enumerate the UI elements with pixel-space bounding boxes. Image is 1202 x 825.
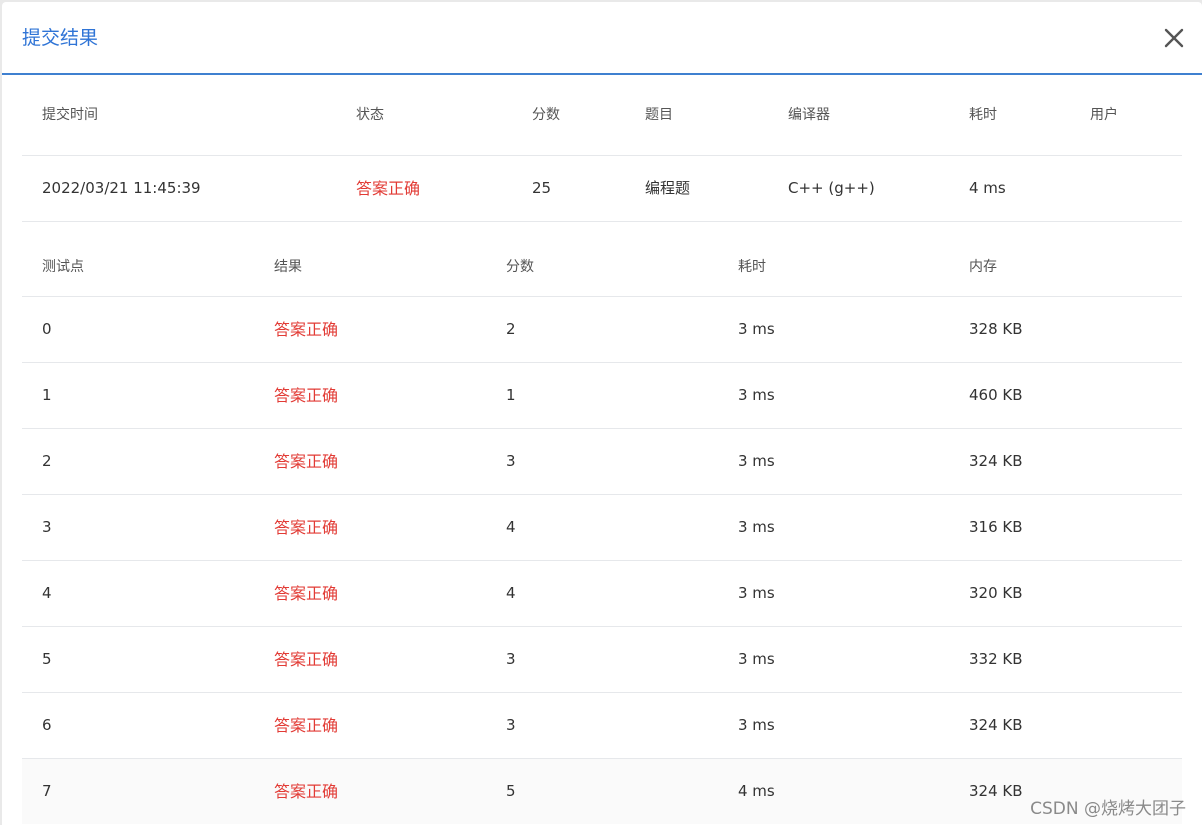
header-elapsed: 耗时 xyxy=(969,107,997,123)
submit-time: 2022/03/21 11:45:39 xyxy=(42,179,201,197)
test-points-table: 测试点 结果 分数 耗时 内存 0 答案正确 2 3 ms 328 KB 1 答… xyxy=(22,221,1182,824)
header-submit-time: 提交时间 xyxy=(42,107,98,123)
test-id: 0 xyxy=(42,320,52,338)
test-memory: 460 KB xyxy=(969,386,1023,404)
test-result: 答案正确 xyxy=(274,518,339,537)
header-problem: 题目 xyxy=(645,107,673,123)
test-id: 7 xyxy=(42,782,52,800)
table-row: 3 答案正确 4 3 ms 316 KB xyxy=(22,495,1182,561)
table-row: 0 答案正确 2 3 ms 328 KB xyxy=(22,297,1182,363)
dialog-header: 提交结果 xyxy=(2,2,1202,75)
test-score: 1 xyxy=(506,386,516,404)
status-badge[interactable]: 答案正确 xyxy=(356,156,420,221)
header-score: 分数 xyxy=(532,107,560,123)
test-id: 6 xyxy=(42,716,52,734)
table-row: 5 答案正确 3 3 ms 332 KB xyxy=(22,627,1182,693)
test-id: 1 xyxy=(42,386,52,404)
test-result: 答案正确 xyxy=(274,584,339,603)
test-id: 3 xyxy=(42,518,52,536)
test-score: 4 xyxy=(506,518,516,536)
test-time: 3 ms xyxy=(738,650,775,668)
test-result: 答案正确 xyxy=(274,650,339,669)
dialog-title: 提交结果 xyxy=(22,27,99,49)
test-score: 2 xyxy=(506,320,516,338)
test-time: 3 ms xyxy=(738,320,775,338)
test-id: 2 xyxy=(42,452,52,470)
summary-header-row: 提交时间 状态 分数 题目 编译器 耗时 用户 xyxy=(22,75,1182,156)
summary-row: 2022/03/21 11:45:39 答案正确 25 编程题 C++ (g++… xyxy=(22,156,1182,222)
tests-header-row: 测试点 结果 分数 耗时 内存 xyxy=(22,221,1182,297)
test-result: 答案正确 xyxy=(274,452,339,471)
test-id: 4 xyxy=(42,584,52,602)
header-compiler: 编译器 xyxy=(788,107,830,123)
test-memory: 324 KB xyxy=(969,452,1023,470)
test-score: 3 xyxy=(506,452,516,470)
test-time: 3 ms xyxy=(738,386,775,404)
test-time: 4 ms xyxy=(738,782,775,800)
problem-link[interactable]: 编程题 xyxy=(645,156,690,221)
test-score: 3 xyxy=(506,650,516,668)
test-memory: 332 KB xyxy=(969,650,1023,668)
close-icon xyxy=(1160,24,1188,52)
watermark: CSDN @烧烤大团子 xyxy=(1030,799,1186,819)
elapsed-time: 4 ms xyxy=(969,179,1006,197)
test-result: 答案正确 xyxy=(274,782,339,801)
test-id: 5 xyxy=(42,650,52,668)
test-time: 3 ms xyxy=(738,584,775,602)
submission-result-dialog: 提交结果 提交时间 状态 分数 题目 编译器 耗时 用户 2022/03/21 … xyxy=(2,2,1202,825)
table-row: 4 答案正确 4 3 ms 320 KB xyxy=(22,561,1182,627)
test-result: 答案正确 xyxy=(274,386,339,405)
compiler: C++ (g++) xyxy=(788,179,875,197)
test-time: 3 ms xyxy=(738,716,775,734)
table-row: 2 答案正确 3 3 ms 324 KB xyxy=(22,429,1182,495)
test-time: 3 ms xyxy=(738,452,775,470)
test-time: 3 ms xyxy=(738,518,775,536)
table-row: 6 答案正确 3 3 ms 324 KB xyxy=(22,693,1182,759)
test-memory: 316 KB xyxy=(969,518,1023,536)
table-row: 7 答案正确 5 4 ms 324 KB xyxy=(22,759,1182,824)
test-result: 答案正确 xyxy=(274,716,339,735)
test-result: 答案正确 xyxy=(274,320,339,339)
test-memory: 324 KB xyxy=(969,782,1023,800)
test-score: 4 xyxy=(506,584,516,602)
summary-table: 提交时间 状态 分数 题目 编译器 耗时 用户 2022/03/21 11:45… xyxy=(22,75,1182,222)
header-user: 用户 xyxy=(1090,107,1118,123)
test-score: 5 xyxy=(506,782,516,800)
test-memory: 324 KB xyxy=(969,716,1023,734)
close-button[interactable] xyxy=(1160,24,1188,52)
test-memory: 320 KB xyxy=(969,584,1023,602)
test-score: 3 xyxy=(506,716,516,734)
test-memory: 328 KB xyxy=(969,320,1023,338)
header-status: 状态 xyxy=(356,107,384,123)
score: 25 xyxy=(532,179,552,197)
table-row: 1 答案正确 1 3 ms 460 KB xyxy=(22,363,1182,429)
